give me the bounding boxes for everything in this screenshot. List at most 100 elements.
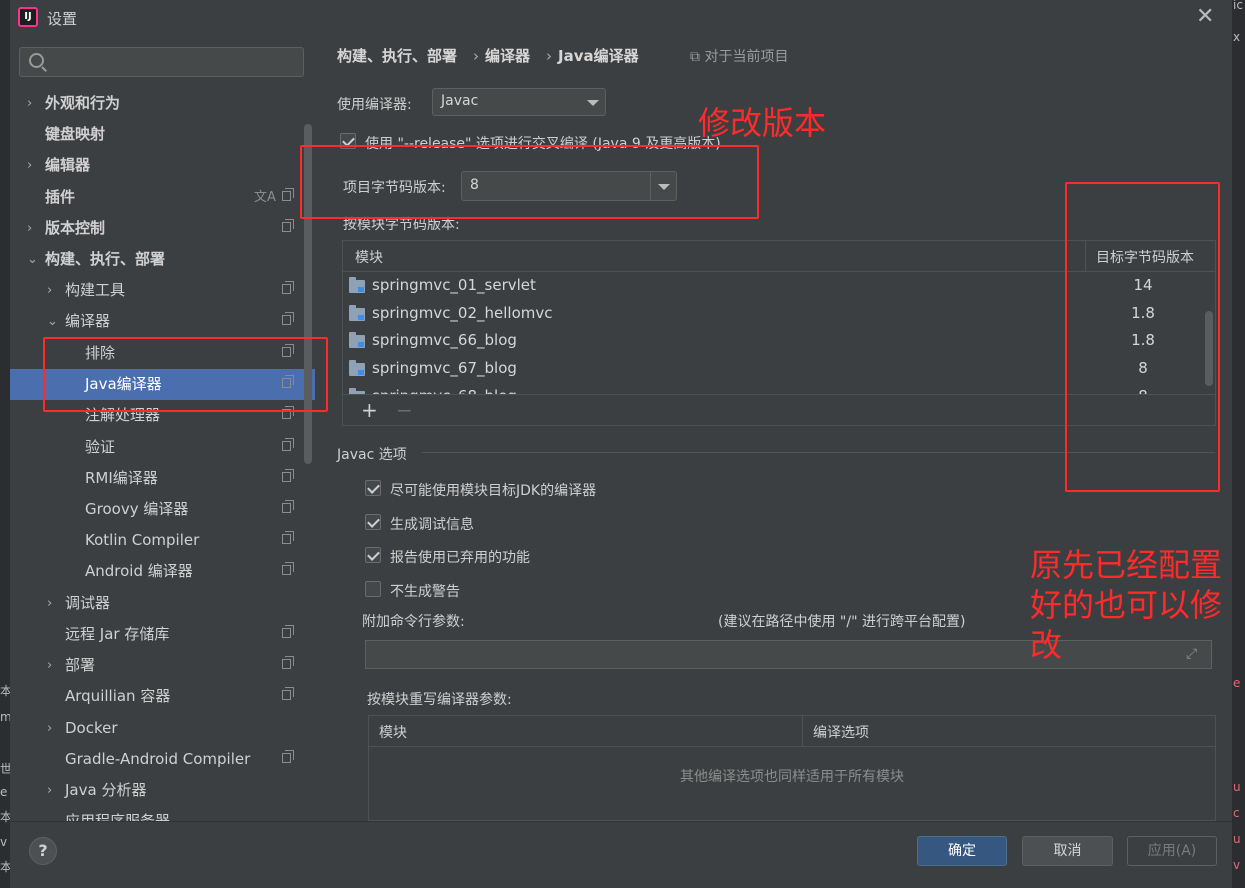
sidebar-item[interactable]: › 外观和行为 <box>10 88 315 119</box>
sidebar-item[interactable]: 插件 文A <box>10 182 315 213</box>
remove-icon[interactable]: − <box>396 400 413 420</box>
project-scope-icon <box>282 562 294 575</box>
close-icon[interactable]: ✕ <box>1196 6 1214 28</box>
chevron-down-icon[interactable]: ⌄ <box>47 306 58 337</box>
column-header-module[interactable]: 模块 <box>379 722 407 742</box>
sidebar-item[interactable]: › Java 分析器 <box>10 775 315 806</box>
dialog-title: 设置 <box>47 10 78 28</box>
chevron-right-icon[interactable]: › <box>47 275 52 306</box>
cmd-params-hint: (建议在路径中使用 "/" 进行跨平台配置) <box>718 614 966 630</box>
project-scope-icon <box>282 469 294 482</box>
sidebar-item[interactable]: Kotlin Compiler <box>10 525 315 556</box>
sidebar-item[interactable]: 键盘映射 <box>10 119 315 150</box>
breadcrumb-java-compiler: Java编译器 <box>558 47 639 65</box>
table-row[interactable]: springmvc_02_hellomvc 1.8 <box>343 300 1155 328</box>
project-scope-icon <box>282 188 294 201</box>
module-name: springmvc_02_hellomvc <box>372 304 553 322</box>
project-scope-icon <box>282 312 294 325</box>
chevron-right-icon[interactable]: › <box>47 588 52 619</box>
settings-dialog: IJ 设置 ✕ › 外观和行为键盘映射 › 编辑器插件 文A › 版本控制 ⌄ 构建、执行、部署… <box>10 0 1232 888</box>
sidebar-item[interactable]: › 部署 <box>10 650 315 681</box>
annotation-line: 改 <box>1030 626 1063 664</box>
sidebar-item[interactable]: 应用程序服务器 <box>10 806 315 821</box>
sidebar-item-label: 插件 <box>45 188 76 206</box>
chevron-down-icon[interactable]: ⌄ <box>27 244 38 275</box>
column-header-compile-options[interactable]: 编译选项 <box>813 722 869 742</box>
sidebar-item-label: 编译器 <box>65 312 111 330</box>
breadcrumb-build[interactable]: 构建、执行、部署 <box>337 47 457 65</box>
sidebar-item-label: 部署 <box>65 656 96 674</box>
background-editor-left: 本 m 世 e 本 v 本 <box>0 0 12 887</box>
sidebar-item[interactable]: › Docker <box>10 713 315 744</box>
module-name: springmvc_68_blog <box>372 387 517 394</box>
sidebar-item[interactable]: › 编辑器 <box>10 150 315 181</box>
project-scope-icon <box>282 438 294 451</box>
sidebar-item[interactable]: Groovy 编译器 <box>10 494 315 525</box>
chevron-right-icon[interactable]: › <box>27 88 32 119</box>
sidebar-item-label: 构建、执行、部署 <box>45 250 166 268</box>
module-name: springmvc_01_servlet <box>372 276 536 294</box>
project-scope-icon <box>282 531 294 544</box>
module-folder-icon <box>349 277 365 293</box>
column-header-module[interactable]: 模块 <box>355 247 383 267</box>
help-button[interactable]: ? <box>29 837 57 865</box>
sidebar-item-label: Gradle-Android Compiler <box>65 750 251 768</box>
breadcrumb-separator: › <box>546 47 553 65</box>
chevron-right-icon[interactable]: › <box>47 713 52 744</box>
debug-info-checkbox[interactable] <box>365 514 381 530</box>
sidebar-item[interactable]: RMI编译器 <box>10 463 315 494</box>
sidebar-item[interactable]: ⌄ 编译器 <box>10 306 315 337</box>
chevron-right-icon[interactable]: › <box>27 213 32 244</box>
dialog-footer: ? 确定 取消 应用(A) <box>10 821 1232 888</box>
intellij-logo-icon: IJ <box>18 7 38 27</box>
no-warnings-checkbox[interactable] <box>365 581 381 597</box>
annotation-box-target-version <box>1065 182 1220 492</box>
module-name: springmvc_67_blog <box>372 359 517 377</box>
breadcrumb-compiler[interactable]: 编译器 <box>485 47 530 65</box>
apply-button[interactable]: 应用(A) <box>1127 836 1217 866</box>
cancel-button[interactable]: 取消 <box>1022 836 1113 866</box>
sidebar-item-label: RMI编译器 <box>85 469 158 487</box>
chevron-right-icon[interactable]: › <box>27 150 32 181</box>
report-deprecated-label: 报告使用已弃用的功能 <box>390 550 530 566</box>
ok-button[interactable]: 确定 <box>917 836 1007 866</box>
sidebar-item[interactable]: 验证 <box>10 432 315 463</box>
report-deprecated-checkbox[interactable] <box>365 547 381 563</box>
title-bar: IJ 设置 ✕ <box>10 0 1232 36</box>
background-editor-right: ic x e u c u v <box>1232 0 1245 887</box>
translate-icon: 文A <box>254 190 276 205</box>
table-row[interactable]: springmvc_01_servlet 14 <box>343 272 1153 300</box>
settings-sidebar: › 外观和行为键盘映射 › 编辑器插件 文A › 版本控制 ⌄ 构建、执行、部署 › 构建工具 ⌄ 编译… <box>10 36 315 821</box>
module-folder-icon <box>349 332 365 348</box>
compiler-select[interactable]: Javac <box>432 88 606 116</box>
sidebar-item[interactable]: Gradle-Android Compiler <box>10 744 315 775</box>
sidebar-item[interactable]: Android 编译器 <box>10 556 315 587</box>
sidebar-item-label: Groovy 编译器 <box>85 500 189 518</box>
annotation-box-sidebar-selection <box>43 337 328 412</box>
table-row[interactable]: springmvc_68_blog 8 <box>343 383 1148 394</box>
add-icon[interactable]: + <box>361 400 378 420</box>
sidebar-item-label: 验证 <box>85 438 116 456</box>
sidebar-item-label: 版本控制 <box>45 219 106 237</box>
search-input[interactable] <box>19 47 304 77</box>
sidebar-item[interactable]: › 构建工具 <box>10 275 315 306</box>
table-row[interactable]: springmvc_67_blog 8 <box>343 355 1148 383</box>
table-row[interactable]: springmvc_66_blog 1.8 <box>343 327 1155 355</box>
annotation-line: 原先已经配置 <box>1030 546 1223 584</box>
column-divider <box>802 716 803 746</box>
sidebar-item[interactable]: › 调试器 <box>10 588 315 619</box>
chevron-right-icon[interactable]: › <box>47 650 52 681</box>
use-module-jdk-checkbox[interactable] <box>365 480 381 496</box>
sidebar-item[interactable]: 远程 Jar 存储库 <box>10 619 315 650</box>
breadcrumb-separator: › <box>473 47 480 65</box>
sidebar-item-label: 远程 Jar 存储库 <box>65 625 170 643</box>
chevron-right-icon[interactable]: › <box>47 775 52 806</box>
override-params-table: 模块 编译选项 其他编译选项也同样适用于所有模块 <box>368 715 1216 821</box>
sidebar-item[interactable]: Arquillian 容器 <box>10 681 315 712</box>
annotation-box-bytecode <box>300 145 759 219</box>
sidebar-item[interactable]: ⌄ 构建、执行、部署 <box>10 244 315 275</box>
sidebar-item-label: 键盘映射 <box>45 125 106 143</box>
sidebar-item[interactable]: › 版本控制 <box>10 213 315 244</box>
annotation-modify-version: 修改版本 <box>698 104 827 142</box>
search-icon <box>29 53 44 68</box>
